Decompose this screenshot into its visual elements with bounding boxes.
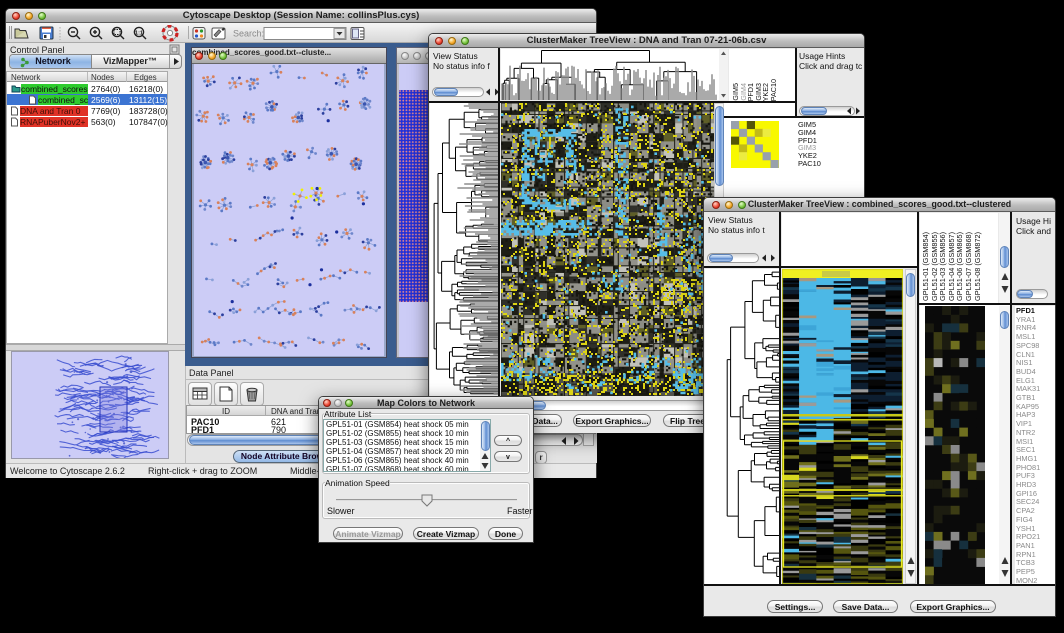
svg-text:Search:: Search: bbox=[233, 29, 264, 39]
svg-text:1:1: 1:1 bbox=[135, 31, 143, 37]
